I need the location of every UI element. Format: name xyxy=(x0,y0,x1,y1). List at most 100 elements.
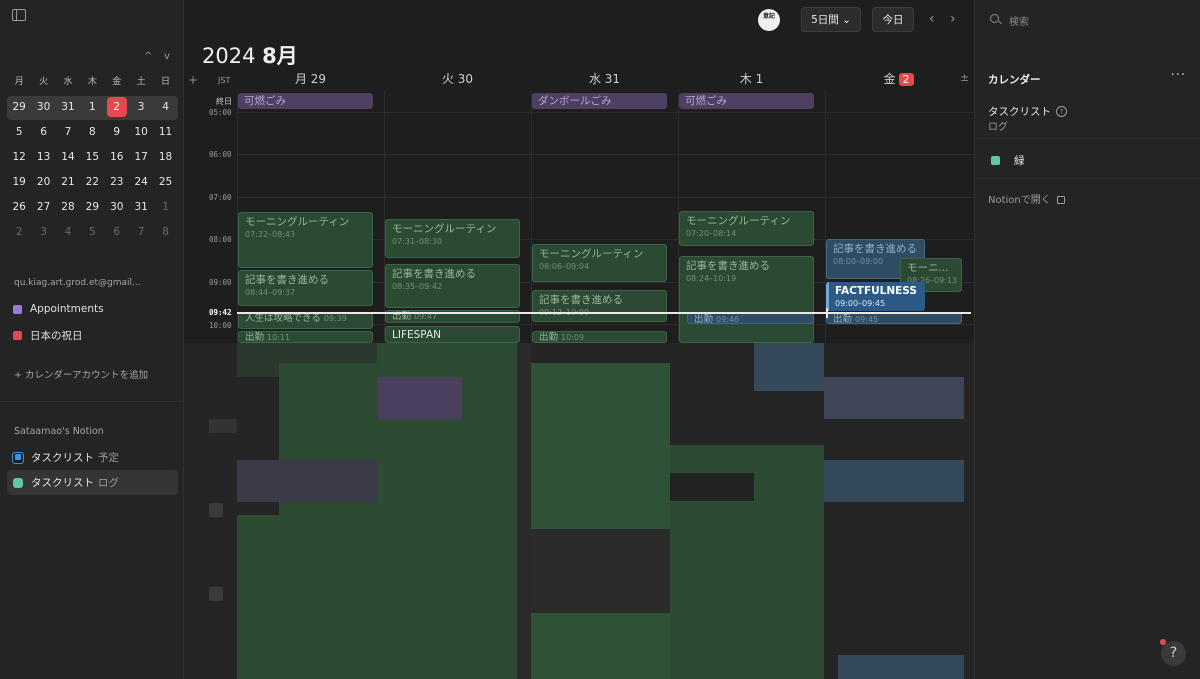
color-selector[interactable]: 緑 xyxy=(991,153,1025,168)
mini-cal-day[interactable]: 25 xyxy=(153,176,177,188)
mini-cal-day[interactable]: 7 xyxy=(129,226,153,238)
mini-cal-day[interactable]: 8 xyxy=(80,126,104,138)
mini-cal-day[interactable]: 2 xyxy=(7,226,31,238)
help-icon[interactable]: ? xyxy=(1056,106,1067,117)
mini-cal-day[interactable]: 12 xyxy=(7,151,31,163)
day-header-fri[interactable]: 金2 xyxy=(825,70,972,87)
search-input[interactable]: 検索 xyxy=(1009,13,1029,28)
mini-cal-day[interactable]: 30 xyxy=(105,201,129,213)
time-label: 10:00 xyxy=(209,321,232,330)
mini-cal-day[interactable]: 5 xyxy=(7,126,31,138)
sidebar-toggle-icon[interactable] xyxy=(12,9,26,21)
mini-cal-week: 19 20 21 22 23 24 25 xyxy=(7,169,178,194)
event-block[interactable]: 出勤 10:11 xyxy=(238,331,373,343)
day-header-thu[interactable]: 木 1 xyxy=(678,70,825,87)
mini-cal-day[interactable]: 13 xyxy=(31,151,55,163)
event-block[interactable]: 人生は攻略できる 09:39 xyxy=(238,312,373,329)
event-block[interactable]: 出勤 09:45 xyxy=(826,313,962,324)
panel-title: カレンダー xyxy=(988,74,1041,86)
expand-toggle-icon[interactable]: ± xyxy=(960,71,969,84)
mini-cal-day[interactable]: 3 xyxy=(129,101,153,113)
event-block[interactable]: 記事を書き進める 08:35–09:42 xyxy=(385,264,520,308)
mini-cal-day[interactable]: 3 xyxy=(31,226,55,238)
more-menu-icon[interactable]: ··· xyxy=(1171,68,1186,83)
mini-cal-day[interactable]: 14 xyxy=(56,151,80,163)
notion-db-tasklist-schedule[interactable]: タスクリスト 予定 xyxy=(7,445,178,470)
next-arrow-icon[interactable]: › xyxy=(950,11,956,27)
mini-cal-day[interactable]: 11 xyxy=(153,126,177,138)
calendar-main: 意記 5日間 ⌄ 今日 ‹ › 2024 8月 + JST 月 29 火 30 … xyxy=(184,0,974,679)
mini-cal-day[interactable]: 1 xyxy=(153,201,177,213)
search-icon[interactable] xyxy=(990,14,999,23)
event-block[interactable]: FACTFULNESS 09:00–09:45 xyxy=(826,282,925,311)
add-calendar-account-button[interactable]: + カレンダーアカウントを追加 xyxy=(14,367,148,381)
event-block[interactable]: 出勤 10:09 xyxy=(532,331,667,343)
event-block[interactable]: 記事を書き進める 09:12–10:09 xyxy=(532,290,667,322)
mini-cal-day[interactable]: 10 xyxy=(129,126,153,138)
event-block[interactable]: LIFESPAN xyxy=(385,326,520,343)
mini-cal-day[interactable]: 31 xyxy=(56,101,80,113)
allday-event[interactable]: 可燃ごみ xyxy=(679,93,814,109)
calendar-appointments[interactable]: Appointments xyxy=(13,303,104,315)
mini-cal-day[interactable]: 28 xyxy=(56,201,80,213)
open-in-notion-link[interactable]: Notionで開く xyxy=(988,191,1065,206)
event-block[interactable]: 出勤 09:46 xyxy=(687,313,814,324)
mini-cal-day[interactable]: 20 xyxy=(31,176,55,188)
mini-cal-weekday-row: 月 火 水 木 金 土 日 xyxy=(7,73,178,87)
day-header-tue[interactable]: 火 30 xyxy=(384,70,531,87)
mini-cal-day[interactable]: 27 xyxy=(31,201,55,213)
time-label: 07:00 xyxy=(209,193,232,202)
mini-cal-today[interactable]: 2 xyxy=(105,96,129,117)
add-event-button[interactable]: + xyxy=(188,73,198,87)
mini-cal-day[interactable]: 31 xyxy=(129,201,153,213)
account-email[interactable]: qu.kiag.art.grod.et@gmail... xyxy=(14,278,141,288)
obscured-block xyxy=(670,473,754,501)
help-button[interactable]: ? xyxy=(1161,641,1186,666)
weekday-label: 火 xyxy=(39,76,49,87)
mini-cal-day[interactable]: 7 xyxy=(56,126,80,138)
mini-cal-day[interactable]: 19 xyxy=(7,176,31,188)
mini-cal-day[interactable]: 23 xyxy=(105,176,129,188)
mini-cal-prev-button[interactable]: ^ xyxy=(144,51,152,62)
event-block[interactable]: モーニングルーティン 08:06–09:04 xyxy=(532,244,667,282)
mini-cal-day[interactable]: 17 xyxy=(129,151,153,163)
event-block[interactable]: 記事を書き進める 08:24–10:19 xyxy=(679,256,814,343)
view-selector-button[interactable]: 5日間 ⌄ xyxy=(801,7,861,32)
mini-cal-day[interactable]: 8 xyxy=(153,226,177,238)
mini-cal-day[interactable]: 21 xyxy=(56,176,80,188)
event-time: 09:45 xyxy=(855,315,879,324)
prev-arrow-icon[interactable]: ‹ xyxy=(929,11,935,27)
event-block[interactable]: モーニングルーティン 07:22–08:43 xyxy=(238,212,373,268)
mini-cal-day[interactable]: 15 xyxy=(80,151,104,163)
checkbox-icon[interactable] xyxy=(12,451,24,464)
calendar-jp-holidays[interactable]: 日本の祝日 xyxy=(13,328,83,343)
mini-cal-day[interactable]: 1 xyxy=(80,101,104,113)
event-block[interactable]: モーニングルーティン 07:31–08:30 xyxy=(385,219,520,258)
mini-cal-day[interactable]: 22 xyxy=(80,176,104,188)
avatar[interactable]: 意記 xyxy=(758,9,780,31)
mini-cal-day[interactable]: 4 xyxy=(56,226,80,238)
mini-cal-day[interactable]: 18 xyxy=(153,151,177,163)
today-button[interactable]: 今日 xyxy=(872,7,914,32)
mini-cal-day[interactable]: 6 xyxy=(31,126,55,138)
notion-db-tasklist-log[interactable]: タスクリスト ログ xyxy=(7,470,178,495)
mini-cal-day[interactable]: 26 xyxy=(7,201,31,213)
weekday-label: 木 xyxy=(87,76,97,87)
event-block[interactable]: モーニングルーティン 07:20–08:14 xyxy=(679,211,814,246)
mini-cal-next-button[interactable]: v xyxy=(164,51,170,62)
mini-cal-day[interactable]: 5 xyxy=(80,226,104,238)
day-header-wed[interactable]: 水 31 xyxy=(531,70,678,87)
mini-cal-day[interactable]: 4 xyxy=(153,101,177,113)
mini-cal-day[interactable]: 29 xyxy=(80,201,104,213)
event-title: 記事を書き進める xyxy=(392,268,476,280)
mini-cal-day[interactable]: 6 xyxy=(105,226,129,238)
event-block[interactable]: 記事を書き進める 08:44–09:37 xyxy=(238,270,373,306)
day-header-mon[interactable]: 月 29 xyxy=(237,70,384,87)
mini-cal-day[interactable]: 24 xyxy=(129,176,153,188)
mini-cal-day[interactable]: 30 xyxy=(31,101,55,113)
allday-event[interactable]: ダンボールごみ xyxy=(532,93,667,109)
mini-cal-day[interactable]: 29 xyxy=(7,101,31,113)
mini-cal-day[interactable]: 16 xyxy=(105,151,129,163)
allday-event[interactable]: 可燃ごみ xyxy=(238,93,373,109)
mini-cal-day[interactable]: 9 xyxy=(105,126,129,138)
